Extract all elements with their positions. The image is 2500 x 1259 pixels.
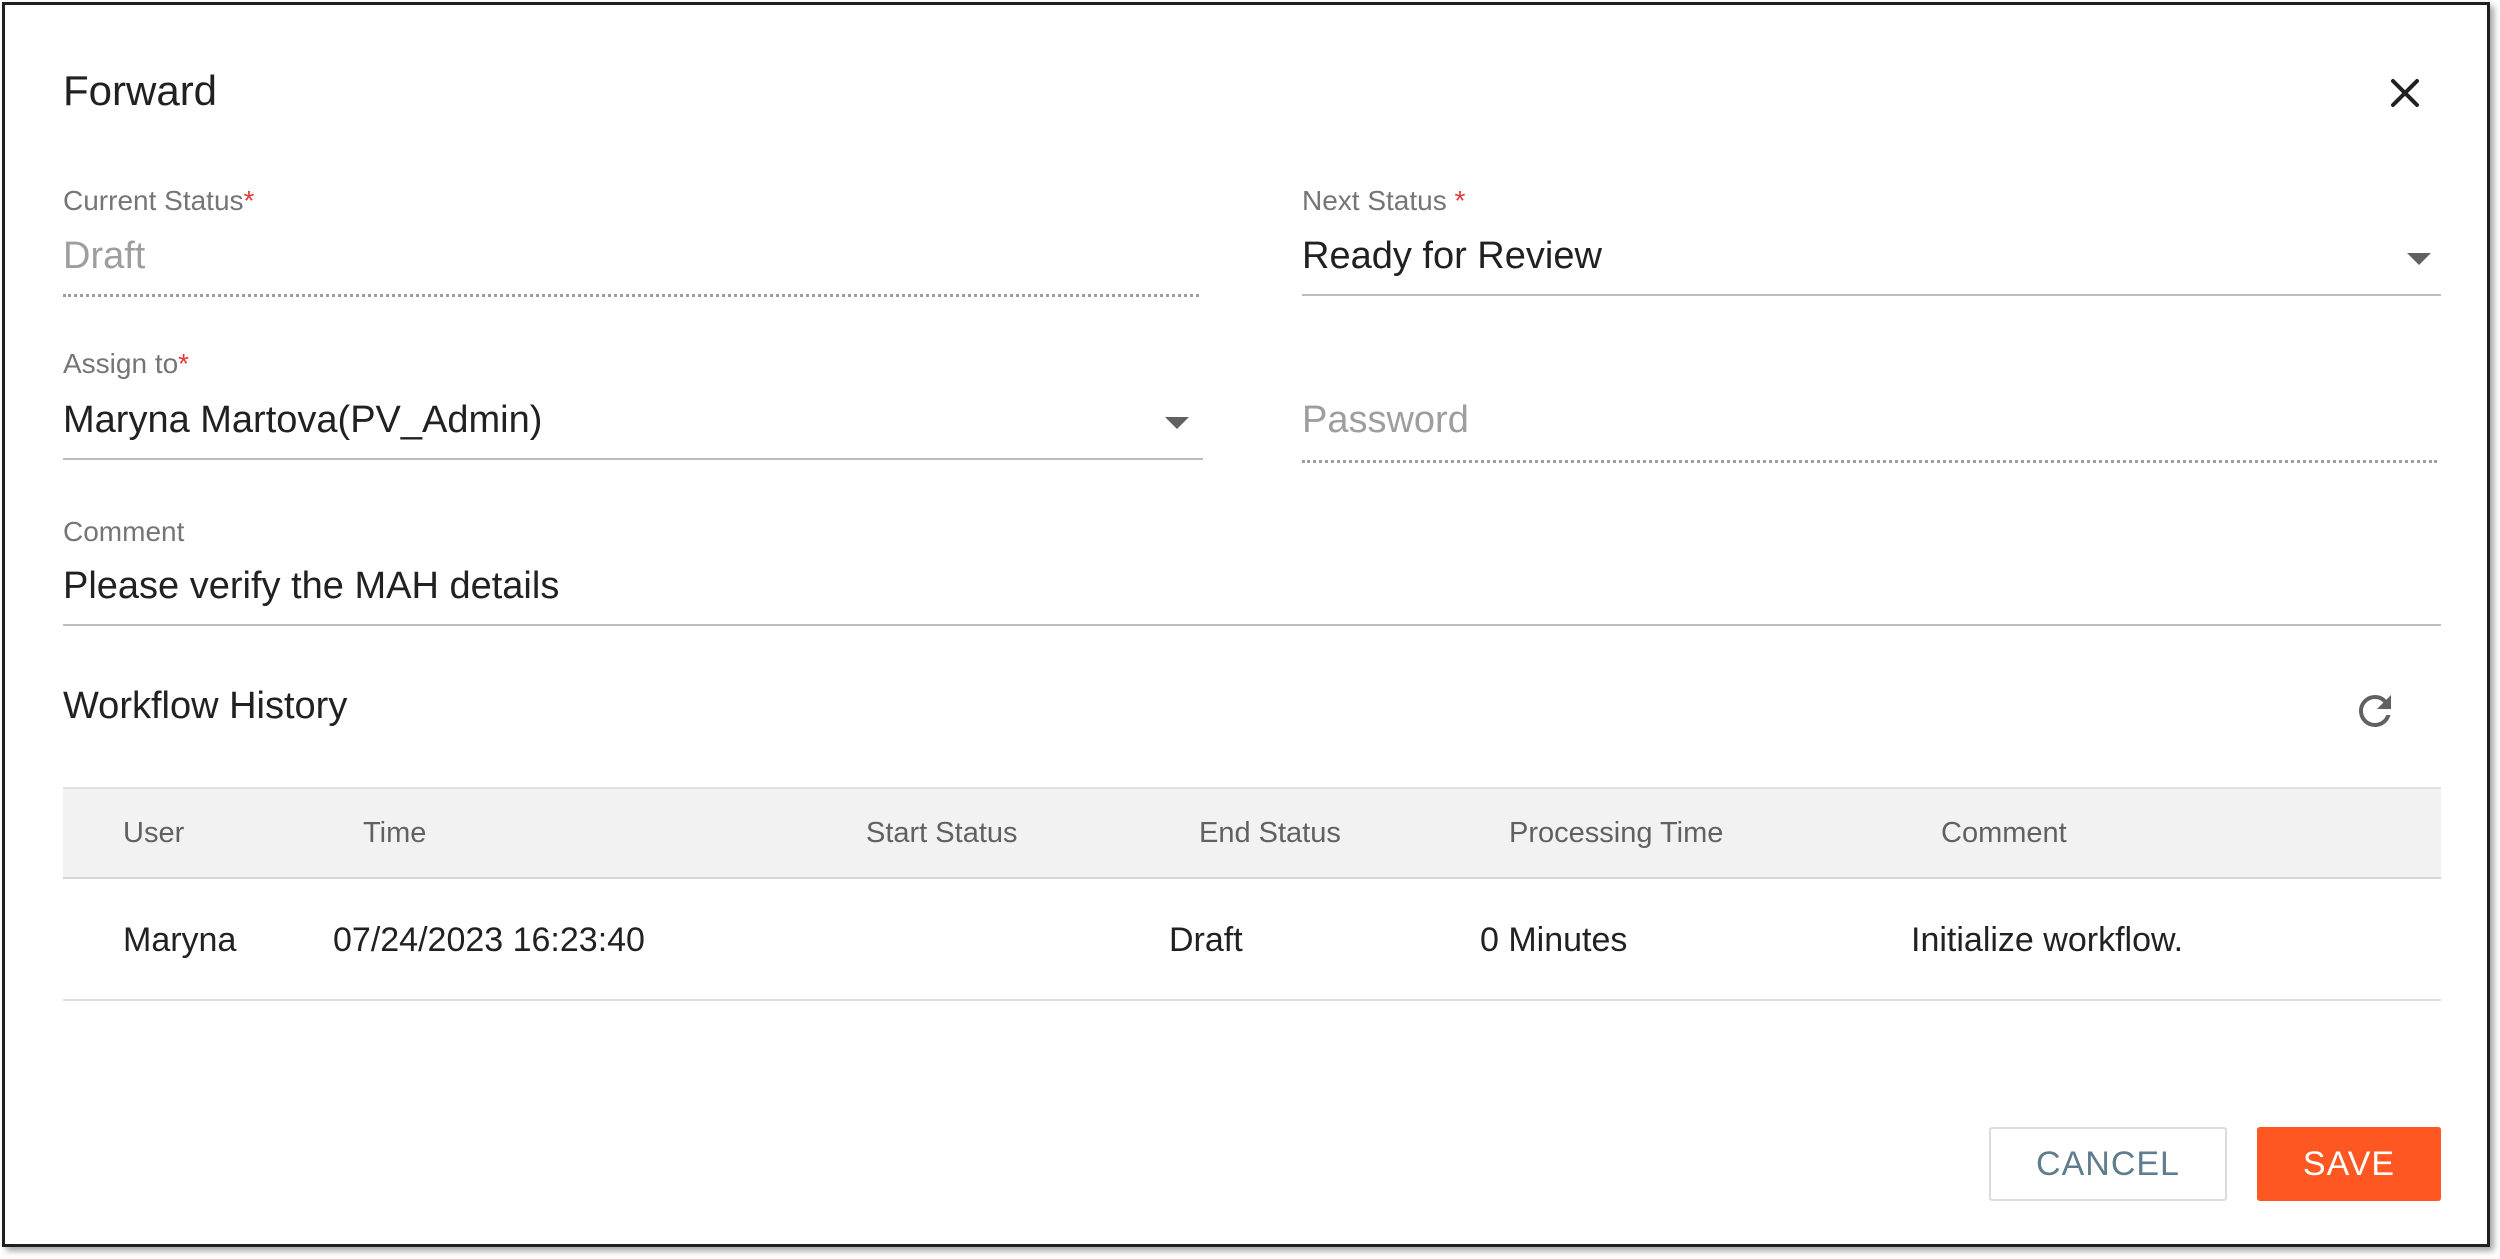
workflow-history-title: Workflow History [63,685,348,727]
column-header-processing-time[interactable]: Processing Time [1509,817,1723,850]
chevron-down-icon[interactable] [2407,253,2431,265]
comment-label: Comment [63,516,185,547]
cell-end-status: Draft [1169,921,1243,959]
next-status-select[interactable]: Ready for Review [1302,235,1602,278]
chevron-down-icon[interactable] [1165,417,1189,429]
assign-to-underline [63,458,1203,460]
current-status-label-text: Current Status [63,185,244,216]
current-status-value: Draft [63,235,146,277]
column-header-comment[interactable]: Comment [1941,817,2067,850]
next-status-label: Next Status * [1302,185,1465,217]
cell-time: 07/24/2023 16:23:40 [333,921,645,959]
current-status-underline [63,294,1199,297]
refresh-icon[interactable] [2351,687,2399,735]
comment-input[interactable]: Please verify the MAH details [63,565,559,608]
current-status-label: Current Status* [63,185,254,217]
assign-to-label-text: Assign to [63,348,179,379]
column-header-start-status[interactable]: Start Status [866,817,1018,850]
password-underline [1302,460,2437,463]
cell-user: Maryna [123,921,237,959]
assign-to-label: Assign to* [63,348,189,380]
column-header-user[interactable]: User [123,817,184,850]
dialog-title: Forward [63,67,218,114]
password-input[interactable]: Password [1302,399,1469,442]
cell-comment: Initialize workflow. [1911,921,2184,959]
comment-underline [63,624,2441,626]
save-button[interactable]: SAVE [2257,1127,2441,1201]
next-status-underline [1302,294,2441,296]
forward-dialog: Forward Current Status* Draft Next Statu… [2,2,2490,1247]
required-mark: * [243,185,255,216]
required-mark: * [178,348,190,379]
table-row: Maryna 07/24/2023 16:23:40 Draft 0 Minut… [63,879,2441,1001]
required-mark: * [1454,185,1466,216]
close-icon[interactable] [2385,73,2425,113]
next-status-label-text: Next Status [1302,185,1447,216]
cell-processing-time: 0 Minutes [1480,921,1628,959]
assign-to-select[interactable]: Maryna Martova(PV_Admin) [63,399,542,442]
table-header: User Time Start Status End Status Proces… [63,787,2441,879]
cancel-button[interactable]: CANCEL [1989,1127,2227,1201]
column-header-time[interactable]: Time [363,817,426,850]
column-header-end-status[interactable]: End Status [1199,817,1341,850]
